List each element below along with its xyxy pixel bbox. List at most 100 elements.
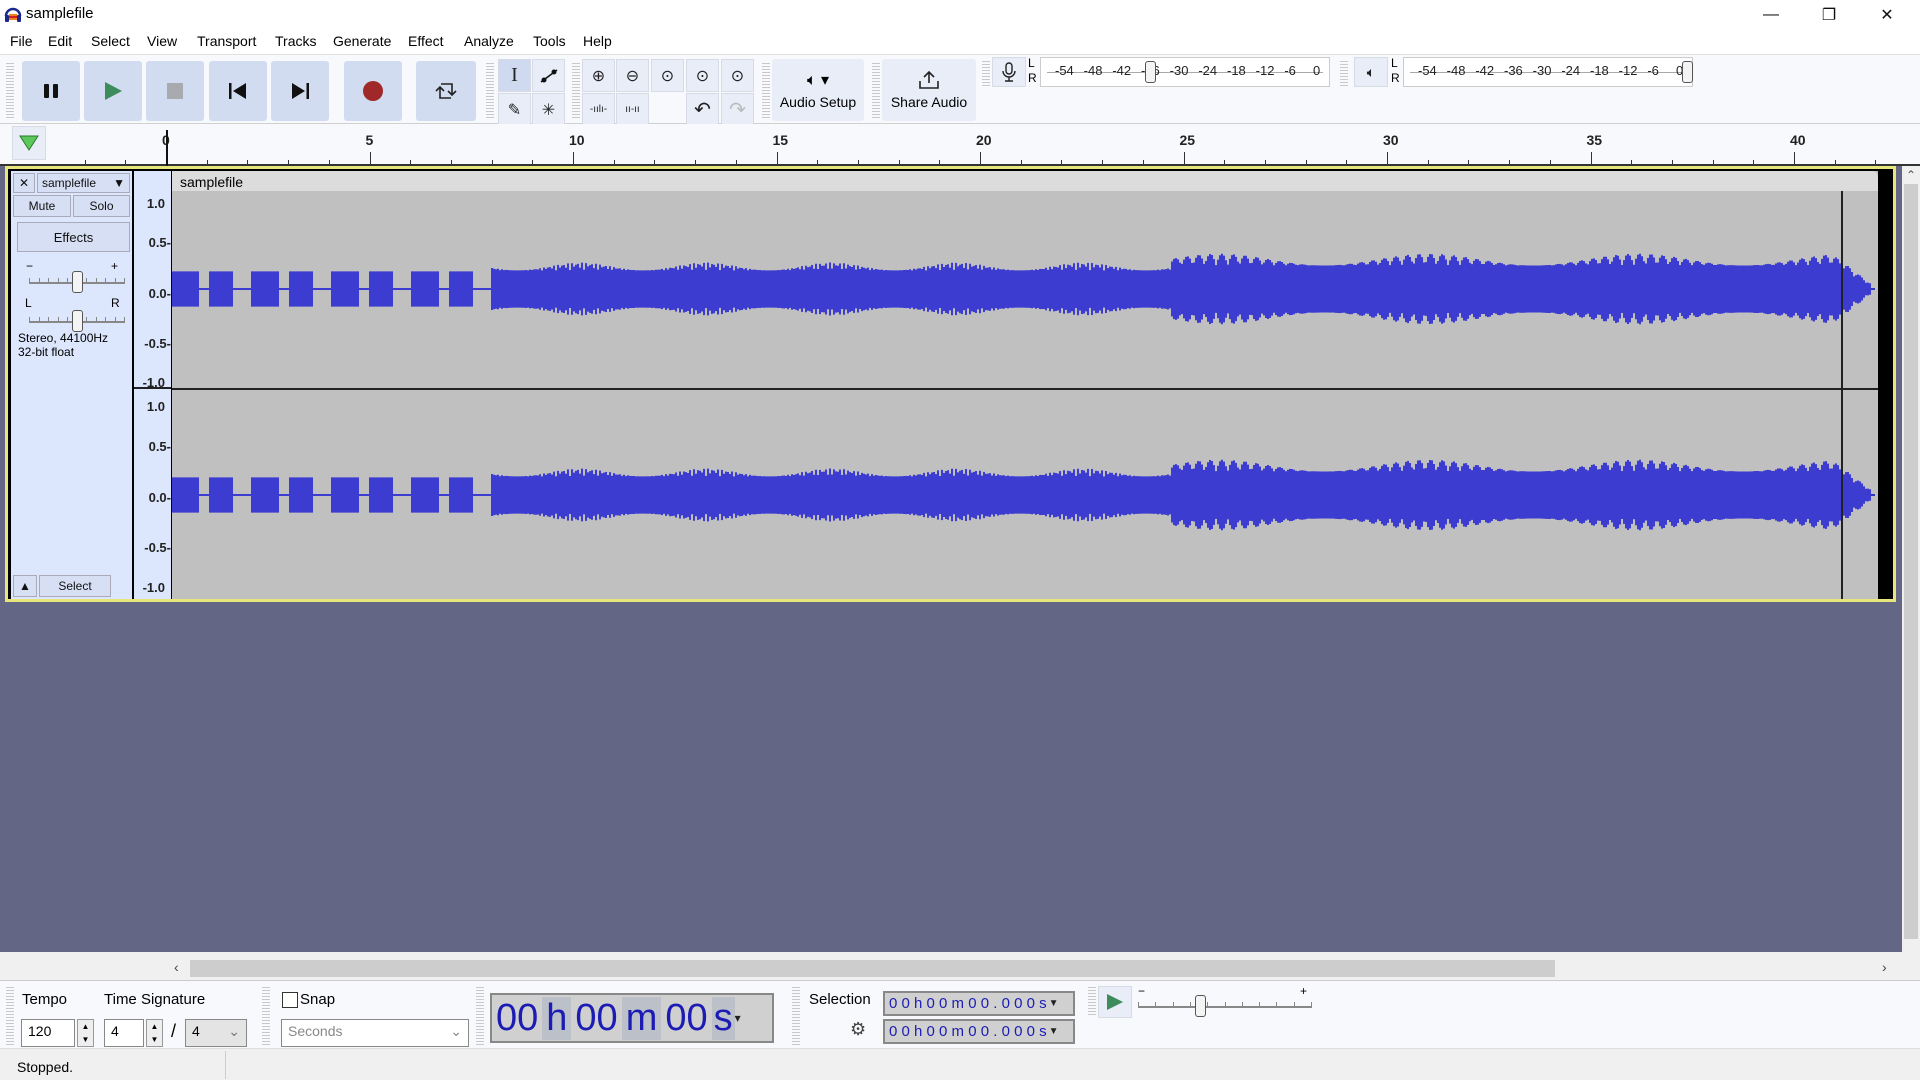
minimize-button[interactable]: — [1748,0,1794,30]
record-meter-button[interactable] [992,57,1026,87]
draw-tool[interactable]: ✎ [498,93,531,126]
slider-tick [124,317,125,321]
collapse-track-button[interactable]: ▲ [13,575,37,597]
chevron-down-icon[interactable]: ▼ [1049,1026,1059,1037]
menu-edit[interactable]: Edit [48,33,72,49]
audio-track[interactable]: ✕ samplefile ▼ Mute Solo Effects − + L R… [5,166,1896,602]
slider-thumb[interactable] [1195,995,1207,1017]
chevron-down-icon[interactable]: ▼ [1049,998,1059,1009]
time-signature-denominator[interactable]: 4 ⌄ [185,1019,247,1047]
record-button[interactable] [344,61,402,121]
time-display[interactable]: 00 h 00 m 00 s ▾ [490,993,774,1043]
time-m-unit: m [621,996,662,1040]
multi-tool[interactable]: ✳ [532,93,565,126]
fit-project-button[interactable]: ⊙ [686,59,719,92]
toolbar-grip[interactable] [6,985,14,1045]
toolbar-grip[interactable] [486,61,494,119]
slider-thumb[interactable] [71,310,83,332]
playback-meter[interactable]: -54 -48 -42 -36 -30 -24 -18 -12 -6 0 [1403,57,1693,87]
close-window-button[interactable]: ✕ [1864,0,1910,30]
toolbar-grip[interactable] [1340,59,1348,87]
toolbar-grip[interactable] [6,61,14,119]
numerator-spinner[interactable]: ▲ ▼ [146,1019,163,1047]
toolbar-grip[interactable] [476,985,484,1045]
playback-speed-slider[interactable] [1138,993,1312,1017]
silence-audio-button[interactable]: ıı-ıı [616,93,649,126]
fit-selection-icon: ⊙ [660,67,675,85]
selection-end-time[interactable]: 0 0 h 0 0 m 0 0 . 0 0 0 s ▼ [883,1019,1075,1044]
stop-button[interactable] [146,61,204,121]
redo-button[interactable]: ↷ [721,93,754,126]
play-at-speed-button[interactable] [1098,986,1132,1018]
slider-thumb[interactable] [71,271,83,293]
menu-help[interactable]: Help [583,33,612,49]
menu-effect[interactable]: Effect [408,33,444,49]
scroll-left-icon[interactable]: ‹ [174,959,179,975]
effects-button[interactable]: Effects [17,222,130,252]
meter-level-slider[interactable] [1144,61,1156,83]
vertical-scroll-thumb[interactable] [1904,184,1918,939]
scale-label: 0.0- [148,286,171,301]
toolbar-grip[interactable] [262,985,270,1045]
envelope-tool[interactable] [532,59,565,92]
time-signature-label: Time Signature [104,991,206,1008]
zoom-toggle-button[interactable]: ⊙ [721,59,754,92]
menu-analyze[interactable]: Analyze [464,33,514,49]
horizontal-scroll-thumb[interactable] [190,960,1555,977]
select-track-button[interactable]: Select [39,575,111,597]
toolbar-grip[interactable] [1088,985,1096,1017]
toolbar-grip[interactable] [762,61,770,119]
skip-to-end-button[interactable] [271,61,329,121]
zoom-out-button[interactable]: ⊖ [616,59,649,92]
skip-to-start-button[interactable] [209,61,267,121]
record-meter[interactable]: -54-48-42-36-30-24-18-12-60 [1040,57,1330,87]
loop-button[interactable] [416,61,476,121]
menu-view[interactable]: View [147,33,177,49]
selection-start-time[interactable]: 0 0 h 0 0 m 0 0 . 0 0 0 s ▼ [883,991,1075,1016]
vertical-scale[interactable]: 1.0 0.5- 0.0- -0.5- -1.0 1.0 0.5- 0.0- -… [134,171,171,599]
vertical-scrollbar[interactable]: ⌃ [1902,166,1920,962]
menu-file[interactable]: File [10,33,33,49]
menu-transport[interactable]: Transport [197,33,256,49]
snap-checkbox[interactable] [282,992,298,1008]
tempo-spinner[interactable]: ▲ ▼ [77,1019,94,1047]
pause-button[interactable] [22,61,80,121]
horizontal-scrollbar[interactable]: ‹ › [0,958,1902,980]
toolbar-grip[interactable] [982,59,990,87]
menu-generate[interactable]: Generate [333,33,391,49]
time-signature-numerator[interactable]: 4 [104,1019,144,1047]
scroll-right-icon[interactable]: › [1882,959,1887,975]
menu-select[interactable]: Select [91,33,130,49]
audio-setup-button[interactable]: 🔈︎ ▾ Audio Setup [772,59,864,121]
mute-button[interactable]: Mute [13,195,71,217]
time-format-dropdown-icon[interactable]: ▾ [735,1011,741,1025]
toolbar-grip[interactable] [572,61,580,119]
snap-unit-dropdown[interactable]: Seconds ⌄ [281,1019,469,1047]
undo-button[interactable]: ↶ [686,93,719,126]
gain-slider[interactable] [29,269,125,293]
zoom-in-button[interactable]: ⊕ [582,59,615,92]
play-button[interactable] [84,61,142,121]
menu-tools[interactable]: Tools [533,33,566,49]
restore-button[interactable]: ❐ [1806,0,1852,30]
toolbar-grip[interactable] [872,61,880,119]
clip-header[interactable]: samplefile [172,171,1878,191]
toolbar-grip[interactable] [792,985,800,1045]
audio-clip[interactable]: samplefile [172,171,1878,599]
track-close-button[interactable]: ✕ [13,173,35,193]
menu-tracks[interactable]: Tracks [275,33,316,49]
track-name-dropdown[interactable]: samplefile ▼ [37,173,130,193]
trim-audio-button[interactable]: -ıılı- [582,93,615,126]
playback-meter-button[interactable]: 🔈︎ [1354,57,1388,87]
timeline-ruler[interactable]: 0510152025303540 [0,124,1920,166]
tempo-input[interactable]: 120 [21,1019,75,1047]
share-audio-button[interactable]: Share Audio [882,59,976,121]
meter-level-slider[interactable] [1682,61,1693,83]
selection-tool[interactable]: I [498,59,531,92]
solo-button[interactable]: Solo [73,195,130,217]
fit-selection-button[interactable]: ⊙ [651,59,684,92]
gear-icon[interactable]: ⚙ [850,1019,866,1040]
time-s-unit: s [711,996,735,1040]
scroll-up-icon[interactable]: ⌃ [1906,168,1916,182]
pan-slider[interactable] [29,308,125,332]
